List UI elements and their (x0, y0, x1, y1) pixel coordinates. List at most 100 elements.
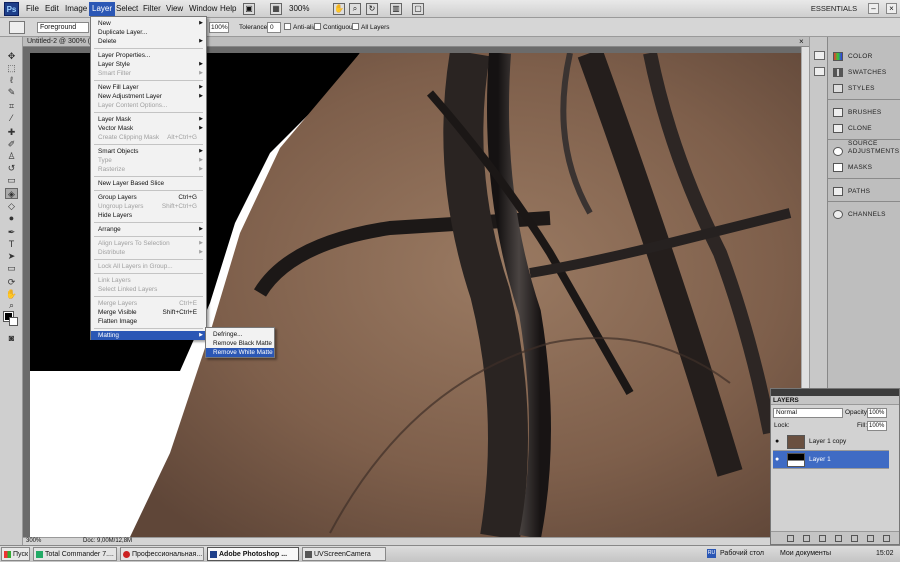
type-tool-icon[interactable]: T (5, 239, 18, 250)
menu-item-layer-mask[interactable]: Layer Mask ▶ (91, 115, 206, 124)
lasso-tool-icon[interactable]: ℓ (5, 75, 18, 86)
menu-view[interactable]: View (163, 2, 186, 16)
blend-mode-select[interactable]: Normal (773, 408, 843, 418)
menu-file[interactable]: File (23, 2, 42, 16)
menu-item-smart-objects[interactable]: Smart Objects ▶ (91, 147, 206, 156)
paint-bucket-tool-icon[interactable]: ◈ (5, 188, 18, 199)
layer-row[interactable]: ● Layer 1 copy (773, 433, 889, 451)
menu-item-merge-visible[interactable]: Merge Visible Shift+Ctrl+E (91, 308, 206, 317)
panel-clone-source[interactable]: CLONE SOURCE (828, 121, 900, 147)
dodge-tool-icon[interactable]: ● (5, 213, 18, 224)
submenu-item-defringe[interactable]: Defringe... (206, 330, 274, 339)
delete-layer-icon[interactable] (883, 535, 890, 542)
menu-item-matting[interactable]: Matting ▶ (91, 331, 206, 340)
panel-styles[interactable]: STYLES (828, 81, 900, 96)
minimize-icon[interactable]: – (868, 3, 879, 14)
opacity-field[interactable]: 100% (209, 22, 229, 33)
launch-bridge-icon[interactable]: ▣ (243, 3, 255, 15)
paint-bucket-preset-icon[interactable] (9, 21, 25, 34)
menu-select[interactable]: Select (113, 2, 141, 16)
zoom-tool-icon[interactable]: ⌕ (5, 300, 18, 311)
view-extras-icon[interactable]: ▦ (270, 3, 282, 15)
layers-tab[interactable]: LAYERS (771, 396, 899, 405)
visibility-eye-icon[interactable]: ● (775, 438, 783, 446)
actions-icon[interactable] (814, 67, 825, 76)
submenu-item-remove-black-matte[interactable]: Remove Black Matte (206, 339, 274, 348)
language-indicator[interactable]: RU (707, 549, 716, 558)
clone-stamp-tool-icon[interactable]: ♙ (5, 151, 18, 162)
layer-row-selected[interactable]: ● Layer 1 (773, 451, 889, 469)
menu-item-arrange[interactable]: Arrange ▶ (91, 225, 206, 234)
layers-panel-titlebar[interactable] (771, 389, 899, 396)
menu-filter[interactable]: Filter (140, 2, 164, 16)
menu-window[interactable]: Window (186, 2, 220, 16)
healing-tool-icon[interactable]: ✚ (5, 127, 18, 138)
menu-item-new-layer-based-slice[interactable]: New Layer Based Slice (91, 179, 206, 188)
submenu-item-remove-white-matte[interactable]: Remove White Matte (206, 348, 274, 357)
panel-adjustments[interactable]: ADJUSTMENTS (828, 144, 900, 159)
history-brush-tool-icon[interactable]: ↺ (5, 163, 18, 174)
path-select-tool-icon[interactable]: ➤ (5, 251, 18, 262)
menu-item-new-fill-layer[interactable]: New Fill Layer ▶ (91, 83, 206, 92)
eraser-tool-icon[interactable]: ▭ (5, 175, 18, 186)
menu-item-group-layers[interactable]: Group Layers Ctrl+G (91, 193, 206, 202)
menu-item-new-adjustment-layer[interactable]: New Adjustment Layer ▶ (91, 92, 206, 101)
panel-paths[interactable]: PATHS (828, 184, 900, 199)
start-button[interactable]: Пуск (1, 547, 30, 561)
menu-item-new[interactable]: New ▶ (91, 19, 206, 28)
zoom-level[interactable]: 300% (289, 3, 309, 15)
menu-item-vector-mask[interactable]: Vector Mask ▶ (91, 124, 206, 133)
status-doc-size[interactable]: Doc: 9,00M/12,8M (83, 538, 132, 545)
taskbar-item[interactable]: Профессиональная... (120, 547, 204, 561)
menu-item-delete[interactable]: Delete ▶ (91, 37, 206, 46)
contiguous-checkbox[interactable] (314, 23, 321, 30)
menu-edit[interactable]: Edit (42, 2, 62, 16)
panel-masks[interactable]: MASKS (828, 160, 900, 175)
blur-tool-icon[interactable]: ◇ (5, 201, 18, 212)
screen-mode-icon[interactable]: ▢ (412, 3, 424, 15)
tolerance-field[interactable]: 0 (267, 22, 281, 33)
layer-fill-field[interactable]: 100% (867, 421, 887, 431)
all-layers-checkbox[interactable] (352, 23, 359, 30)
add-mask-icon[interactable] (819, 535, 826, 542)
history-icon[interactable] (814, 51, 825, 60)
visibility-eye-icon[interactable]: ● (775, 456, 783, 464)
marquee-tool-icon[interactable]: ⬚ (5, 63, 18, 74)
zoom-tool-icon[interactable]: ⌕ (349, 3, 361, 15)
menu-image[interactable]: Image (62, 2, 90, 16)
menu-item-duplicate-layer[interactable]: Duplicate Layer... (91, 28, 206, 37)
pen-tool-icon[interactable]: ✒ (5, 227, 18, 238)
document-close-icon[interactable]: × (799, 37, 804, 46)
quick-select-tool-icon[interactable]: ✎ (5, 87, 18, 98)
3d-rotate-tool-icon[interactable]: ⟳ (5, 277, 18, 288)
taskbar-item-active[interactable]: Adobe Photoshop ... (207, 547, 299, 561)
arrange-documents-icon[interactable]: ▥ (390, 3, 402, 15)
panel-brushes[interactable]: BRUSHES (828, 105, 900, 120)
layer-style-icon[interactable] (803, 535, 810, 542)
panel-color[interactable]: COLOR (828, 49, 900, 64)
workspace-switcher[interactable]: ESSENTIALS (804, 3, 864, 15)
menu-item-hide-layers[interactable]: Hide Layers (91, 211, 206, 220)
taskbar-item[interactable]: Total Commander 7.... (33, 547, 117, 561)
layer-opacity-field[interactable]: 100% (867, 408, 887, 418)
new-layer-icon[interactable] (867, 535, 874, 542)
crop-tool-icon[interactable]: ⌗ (5, 101, 18, 112)
hand-tool-icon[interactable]: ✋ (5, 289, 18, 300)
fill-source-select[interactable]: Foreground (37, 22, 89, 33)
quick-mask-icon[interactable]: ◙ (5, 333, 18, 344)
eyedropper-tool-icon[interactable]: ⁄ (5, 113, 18, 124)
tray-desktop[interactable]: Рабочий стол (720, 548, 764, 559)
menu-item-flatten-image[interactable]: Flatten Image (91, 317, 206, 326)
new-group-icon[interactable] (851, 535, 858, 542)
rotate-view-icon[interactable]: ↻ (366, 3, 378, 15)
brush-tool-icon[interactable]: ✐ (5, 139, 18, 150)
panel-channels[interactable]: CHANNELS (828, 207, 900, 222)
move-tool-icon[interactable]: ✥ (5, 51, 18, 62)
new-adjustment-icon[interactable] (835, 535, 842, 542)
link-layers-icon[interactable] (787, 535, 794, 542)
background-color-swatch[interactable] (9, 317, 18, 326)
menu-layer[interactable]: Layer (89, 2, 116, 16)
close-icon[interactable]: × (886, 3, 897, 14)
shape-tool-icon[interactable]: ▭ (5, 263, 18, 274)
taskbar-item[interactable]: UVScreenCamera (302, 547, 386, 561)
